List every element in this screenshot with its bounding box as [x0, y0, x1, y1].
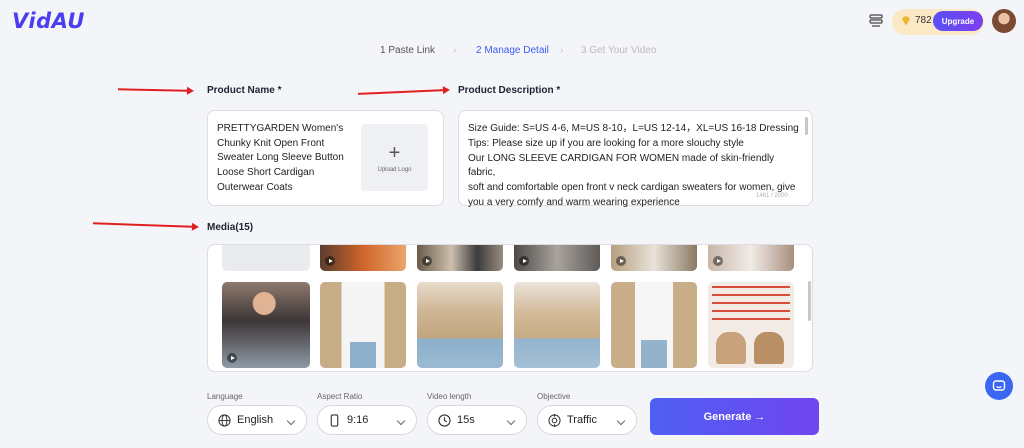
video-length-value: 15s	[457, 414, 475, 426]
diamond-icon	[902, 16, 910, 26]
product-description-value[interactable]: Size Guide: S=US 4-6, M=US 8-10，L=US 12-…	[468, 122, 800, 211]
objective-value: Traffic	[567, 414, 597, 426]
upload-logo-button[interactable]: + Upload Logo	[361, 124, 428, 191]
vidau-logo[interactable]: VidAU	[12, 9, 85, 33]
aspect-ratio-select[interactable]: 9:16	[317, 405, 417, 435]
video-length-label: Video length	[427, 392, 472, 401]
plus-icon: +	[388, 141, 401, 164]
chevron-down-icon	[286, 416, 296, 426]
product-name-value[interactable]: PRETTYGARDEN Women's Chunky Knit Open Fr…	[217, 122, 357, 196]
clock-icon	[438, 413, 451, 427]
media-thumb[interactable]	[417, 282, 503, 368]
globe-icon	[218, 413, 231, 427]
step-manage-detail[interactable]: 2 Manage Detail	[476, 45, 549, 56]
play-icon	[519, 256, 529, 266]
media-thumb[interactable]	[417, 245, 503, 271]
annotation-arrow-media	[92, 222, 194, 228]
target-icon	[548, 413, 561, 427]
media-thumb[interactable]	[611, 245, 697, 271]
user-avatar[interactable]	[992, 9, 1016, 33]
step-paste-link[interactable]: 1 Paste Link	[380, 45, 435, 56]
language-select[interactable]: English	[207, 405, 307, 435]
language-label: Language	[207, 392, 243, 401]
product-description-label: Product Description *	[458, 85, 561, 96]
media-thumb[interactable]	[222, 245, 310, 271]
annotation-arrow-name	[117, 88, 189, 92]
play-icon	[422, 256, 432, 266]
play-icon	[713, 256, 723, 266]
chevron-down-icon	[396, 416, 406, 426]
media-thumb[interactable]	[708, 245, 794, 271]
phone-frame-icon	[330, 413, 339, 427]
description-char-counter: 1461 / 2000	[756, 193, 788, 199]
media-thumb[interactable]	[514, 282, 600, 368]
upload-logo-label: Upload Logo	[377, 166, 412, 173]
aspect-ratio-label: Aspect Ratio	[317, 392, 363, 401]
step-get-video: 3 Get Your Video	[581, 45, 657, 56]
media-label: Media(15)	[207, 222, 254, 233]
media-thumb[interactable]	[320, 245, 406, 271]
chevron-down-icon	[506, 416, 516, 426]
annotation-arrow-description	[357, 89, 445, 95]
media-thumb[interactable]	[222, 282, 310, 368]
aspect-ratio-value: 9:16	[347, 414, 369, 426]
credits-count: 782	[915, 15, 932, 26]
media-grid	[207, 244, 813, 372]
chevron-down-icon	[616, 416, 626, 426]
media-thumb[interactable]	[708, 282, 794, 368]
objective-select[interactable]: Traffic	[537, 405, 637, 435]
step-chevron-icon: ›	[453, 45, 457, 56]
play-icon	[227, 353, 237, 363]
step-chevron-icon: ›	[560, 45, 564, 56]
objective-label: Objective	[537, 392, 571, 401]
play-icon	[325, 256, 335, 266]
layers-icon[interactable]	[869, 14, 883, 28]
media-thumb[interactable]	[320, 282, 406, 368]
media-scrollbar[interactable]	[808, 281, 811, 321]
product-name-label: Product Name *	[207, 85, 282, 96]
chat-icon	[992, 380, 1006, 391]
media-thumb[interactable]	[611, 282, 697, 368]
play-icon	[616, 256, 626, 266]
chat-support-button[interactable]	[985, 372, 1013, 400]
media-thumb[interactable]	[514, 245, 600, 271]
generate-button[interactable]: Generate →	[650, 398, 819, 435]
upgrade-button[interactable]: Upgrade	[933, 11, 983, 31]
video-length-select[interactable]: 15s	[427, 405, 527, 435]
description-scrollbar[interactable]	[805, 117, 808, 135]
language-value: English	[237, 414, 274, 426]
